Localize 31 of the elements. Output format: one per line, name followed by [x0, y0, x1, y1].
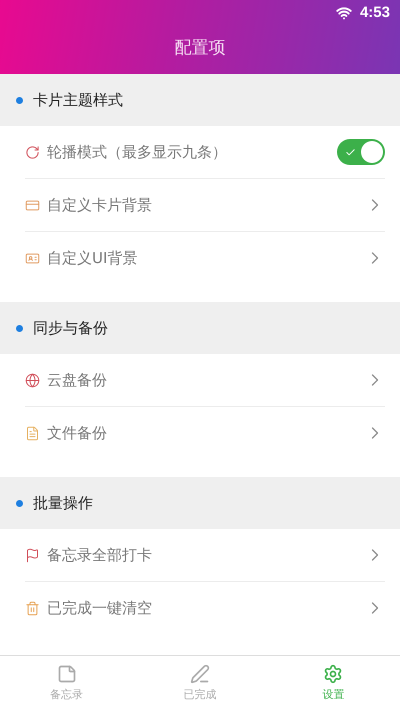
- bullet-dot: [16, 96, 23, 104]
- flag-icon: [25, 548, 40, 562]
- wifi-icon: [336, 4, 352, 20]
- setting-label: 文件备份: [47, 424, 108, 442]
- document-icon: [25, 426, 40, 440]
- toggle-switch[interactable]: [337, 139, 385, 165]
- pen-icon: [190, 664, 210, 684]
- bullet-dot: [16, 500, 23, 506]
- nav-tab[interactable]: 设置: [266, 656, 400, 710]
- section-title: 同步与备份: [33, 318, 108, 338]
- page-title: 配置项: [174, 37, 226, 59]
- settings-icon: [323, 664, 344, 684]
- setting-label: 自定义UI背景: [47, 248, 138, 268]
- setting-label: 轮播模式（最多显示九条）: [47, 142, 228, 162]
- note-icon: [56, 664, 77, 684]
- nav-tab[interactable]: 已完成: [133, 656, 267, 710]
- id-card-icon: [25, 250, 40, 266]
- setting-label: 云盘备份: [47, 370, 108, 390]
- setting-label: 已完成一键清空: [47, 598, 153, 618]
- card-icon: [25, 198, 40, 212]
- section-title: 批量操作: [33, 494, 93, 512]
- refresh-icon: [25, 144, 40, 160]
- globe-icon: [25, 372, 40, 388]
- bullet-dot: [16, 324, 23, 332]
- check-icon: [345, 146, 356, 158]
- status-time: 4:53: [360, 4, 390, 21]
- nav-tab[interactable]: 备忘录: [0, 656, 134, 710]
- trash-icon: [25, 600, 40, 616]
- section-title: 卡片主题样式: [33, 90, 123, 110]
- setting-label: 备忘录全部打卡: [47, 546, 153, 564]
- setting-label: 自定义卡片背景: [47, 196, 153, 214]
